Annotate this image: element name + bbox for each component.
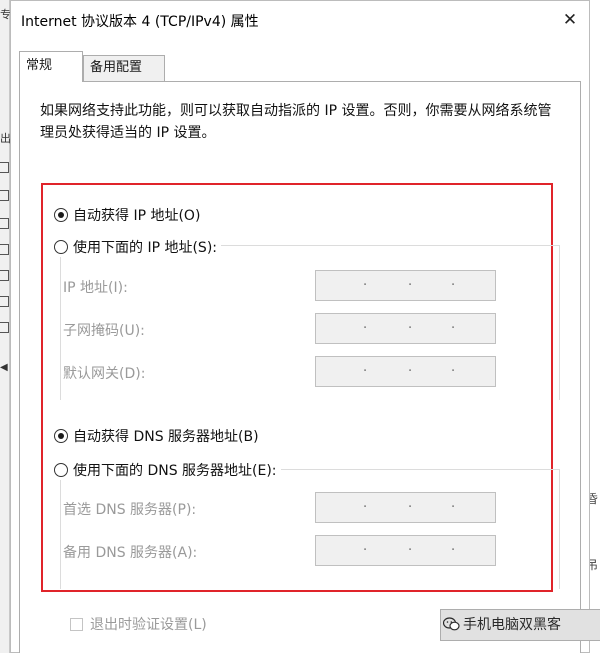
title-bar: Internet 协议版本 4 (TCP/IPv4) 属性 ✕ [11, 1, 589, 39]
background-text: 专 [0, 8, 10, 21]
tcpip-properties-dialog: Internet 协议版本 4 (TCP/IPv4) 属性 ✕ 常规 备用配置 … [10, 0, 600, 653]
auto-ip-label: 自动获得 IP 地址(O) [73, 208, 201, 224]
scroll-left-icon: ◀ [0, 362, 8, 373]
close-icon: ✕ [562, 10, 578, 30]
ip-dot: · [408, 543, 413, 558]
auto-ip-radio[interactable]: 自动获得 IP 地址(O) [54, 205, 200, 225]
validate-on-exit-label: 退出时验证设置(L) [90, 617, 207, 633]
dialog-title: Internet 协议版本 4 (TCP/IPv4) 属性 [21, 14, 259, 30]
background-text: 出 [0, 132, 10, 145]
dns-group-box [60, 469, 560, 589]
radio-selected-icon [54, 429, 68, 443]
tab-alternate-configuration[interactable]: 备用配置 [83, 55, 165, 81]
preferred-dns-field[interactable]: · · · [315, 492, 496, 523]
ip-dot: · [363, 278, 368, 293]
manual-dns-radio[interactable]: 使用下面的 DNS 服务器地址(E): [54, 460, 281, 480]
ip-dot: · [363, 364, 368, 379]
background-checkbox [0, 190, 9, 201]
radio-unselected-icon [54, 463, 68, 477]
default-gateway-label: 默认网关(D): [63, 366, 146, 382]
manual-ip-radio[interactable]: 使用下面的 IP 地址(S): [54, 237, 221, 257]
ip-address-field[interactable]: · · · [315, 270, 496, 301]
manual-ip-label: 使用下面的 IP 地址(S): [73, 240, 217, 256]
ip-dot: · [363, 500, 368, 515]
subnet-mask-label: 子网掩码(U): [63, 323, 145, 339]
checkbox-unchecked-icon [70, 617, 83, 631]
auto-dns-radio[interactable]: 自动获得 DNS 服务器地址(B) [54, 426, 259, 446]
background-checkbox [0, 162, 9, 173]
ip-dot: · [451, 321, 456, 336]
ip-dot: · [363, 321, 368, 336]
general-tab-panel: 如果网络支持此功能，则可以获取自动指派的 IP 设置。否则，你需要从网络系统管理… [19, 81, 600, 653]
ip-dot: · [363, 543, 368, 558]
preferred-dns-label: 首选 DNS 服务器(P): [63, 502, 197, 518]
radio-unselected-icon [54, 240, 68, 254]
ip-dot: · [451, 278, 456, 293]
background-checkbox [0, 270, 9, 281]
alternate-dns-label: 备用 DNS 服务器(A): [63, 545, 198, 561]
ip-dot: · [408, 321, 413, 336]
subnet-mask-field[interactable]: · · · [315, 313, 496, 344]
auto-dns-label: 自动获得 DNS 服务器地址(B) [73, 429, 259, 445]
ip-dot: · [451, 364, 456, 379]
validate-on-exit-checkbox[interactable]: 退出时验证设置(L) [70, 614, 207, 634]
background-checkbox [0, 218, 9, 229]
watermark-text: 手机电脑双黑客 [463, 617, 561, 633]
background-window: 专 出 ◀ [0, 0, 10, 653]
default-gateway-field[interactable]: · · · [315, 356, 496, 387]
close-button[interactable]: ✕ [557, 7, 583, 33]
radio-selected-icon [54, 208, 68, 222]
watermark: 手机电脑双黑客 [443, 614, 561, 634]
alternate-dns-field[interactable]: · · · [315, 535, 496, 566]
ip-dot: · [451, 500, 456, 515]
ip-dot: · [408, 500, 413, 515]
ip-dot: · [408, 278, 413, 293]
background-checkbox [0, 322, 9, 333]
ip-address-label: IP 地址(I): [63, 280, 128, 296]
wechat-logo-icon [443, 617, 460, 631]
description-text: 如果网络支持此功能，则可以获取自动指派的 IP 设置。否则，你需要从网络系统管理… [40, 103, 552, 141]
ip-dot: · [408, 364, 413, 379]
ip-dot: · [451, 543, 456, 558]
manual-dns-label: 使用下面的 DNS 服务器地址(E): [73, 463, 277, 479]
background-checkbox [0, 244, 9, 255]
tab-general[interactable]: 常规 [19, 51, 83, 82]
background-checkbox [0, 296, 9, 307]
